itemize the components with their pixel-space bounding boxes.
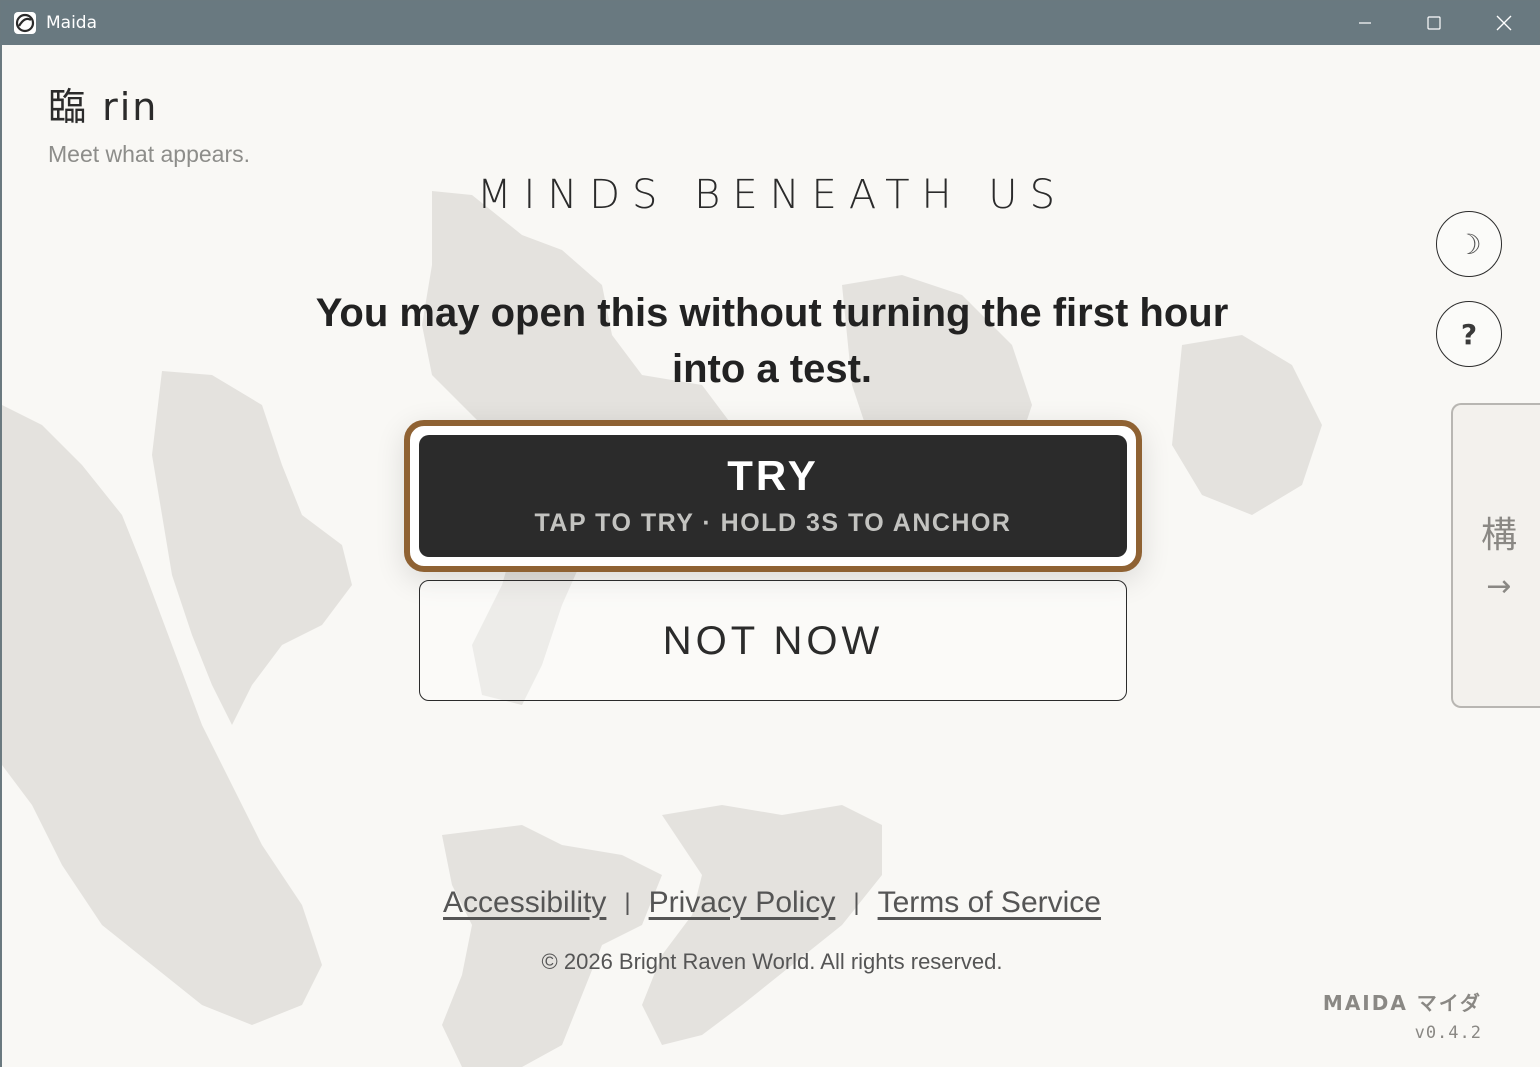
maximize-icon: [1427, 16, 1441, 30]
header-title: 臨 rin: [48, 85, 159, 129]
brand-mark: MAIDA マイダ: [1322, 991, 1482, 1015]
footer-separator: |: [853, 889, 860, 916]
try-button-label: TRY: [727, 452, 819, 499]
arrow-right-icon: →: [1486, 569, 1512, 604]
brand-title: MINDS BENEATH US: [477, 172, 1067, 218]
header-subtitle: Meet what appears.: [48, 141, 251, 167]
not-now-button[interactable]: NOT NOW: [419, 580, 1127, 701]
try-button-face[interactable]: TRY TAP TO TRY · HOLD 3S TO ANCHOR: [419, 435, 1127, 557]
close-button[interactable]: [1469, 1, 1539, 45]
close-icon: [1496, 15, 1512, 31]
maximize-button[interactable]: [1399, 1, 1469, 45]
footer-separator: |: [624, 889, 631, 916]
copyright-text: © 2026 Bright Raven World. All rights re…: [541, 949, 1003, 974]
terms-of-service-link[interactable]: Terms of Service: [878, 886, 1101, 919]
version-label: v0.4.2: [1414, 1023, 1482, 1043]
help-button[interactable]: ?: [1436, 301, 1502, 367]
main-content: 臨 rin Meet what appears. MINDS BENEATH U…: [2, 45, 1540, 1067]
window-title: Maida: [46, 13, 98, 33]
prompt-text: You may open this without turning the fi…: [315, 291, 1229, 391]
footer-links: Accessibility | Privacy Policy | Terms of Se…: [322, 883, 1222, 923]
theme-toggle-button[interactable]: ☽: [1436, 211, 1502, 277]
minimize-icon: [1359, 22, 1371, 24]
not-now-label: NOT NOW: [662, 619, 884, 663]
title-bar[interactable]: Maida: [1, 1, 1539, 45]
maida-app-icon: [14, 12, 36, 34]
moon-icon: ☽: [1456, 227, 1482, 261]
help-icon: ?: [1460, 317, 1478, 351]
next-stage-kanji: 構: [1480, 515, 1517, 556]
minimize-button[interactable]: [1330, 1, 1400, 45]
app-window: Maida 臨 rin Meet what appears. MINDS BEN…: [0, 0, 1540, 1067]
next-stage-tab[interactable]: 構 →: [1451, 403, 1540, 708]
accessibility-link[interactable]: Accessibility: [443, 886, 606, 919]
privacy-policy-link[interactable]: Privacy Policy: [649, 886, 836, 919]
try-button-hint: TAP TO TRY · HOLD 3S TO ANCHOR: [534, 509, 1012, 537]
try-button[interactable]: TRY TAP TO TRY · HOLD 3S TO ANCHOR: [404, 420, 1142, 572]
